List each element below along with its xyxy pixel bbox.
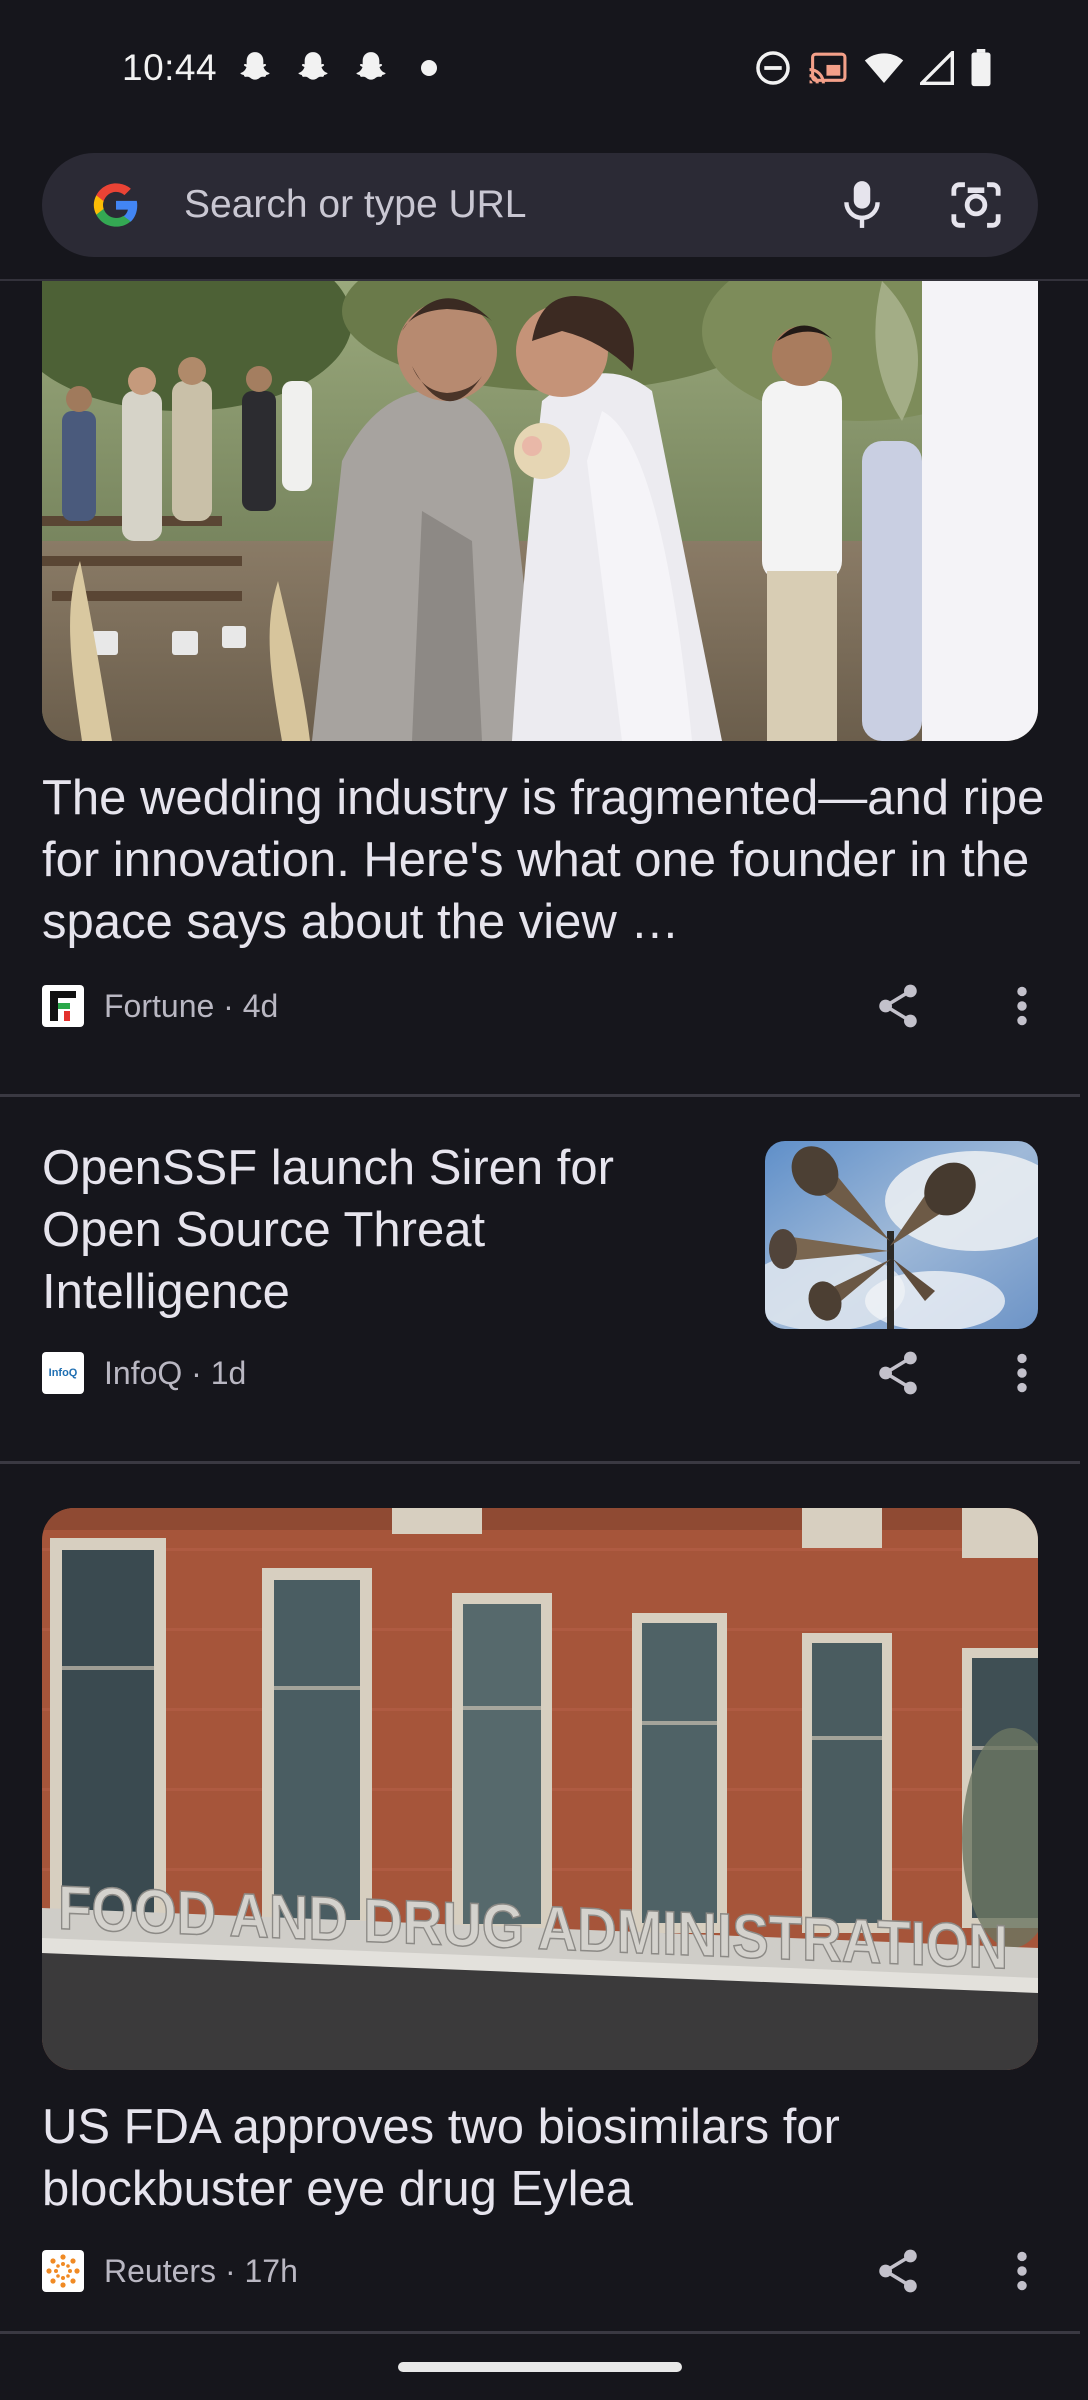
google-g-icon [93, 183, 138, 227]
microphone-icon[interactable] [840, 179, 884, 231]
fda-building-image[interactable]: FOOD AND DRUG ADMINISTRATION [42, 1508, 1038, 2070]
more-options-button[interactable] [990, 1341, 1054, 1405]
cast-icon [809, 52, 847, 84]
wedding-couple-image[interactable] [42, 281, 1038, 741]
article-source: InfoQ · 1d [104, 1354, 247, 1391]
article-divider [0, 1461, 1080, 1464]
more-vert-icon [1017, 986, 1027, 1026]
do-not-disturb-icon [756, 51, 790, 85]
article-headline[interactable]: US FDA approves two biosimilars for bloc… [42, 2096, 1042, 2220]
share-icon [879, 2249, 917, 2293]
snapchat-icon [356, 52, 386, 80]
article-source: Fortune · 4d [104, 987, 279, 1024]
status-left: 10:44 [122, 47, 439, 89]
article-card[interactable]: OpenSSF launch Siren for Open Source Thr… [0, 1097, 1088, 1465]
share-button[interactable] [866, 974, 930, 1038]
battery-icon [971, 49, 991, 87]
infoq-logo-text: InfoQ [48, 1367, 78, 1379]
article-headline[interactable]: OpenSSF launch Siren for Open Source Thr… [42, 1137, 642, 1323]
share-button[interactable] [866, 1341, 930, 1405]
more-vert-icon [1017, 2251, 1027, 2291]
status-time: 10:44 [122, 47, 218, 88]
search-input[interactable]: Search or type URL [184, 183, 840, 227]
siren-loudspeakers-image[interactable] [765, 1141, 1038, 1329]
siren-photo [765, 1141, 1038, 1329]
search-bar[interactable]: Search or type URL [42, 153, 1038, 257]
fortune-logo [42, 985, 84, 1027]
camera-lens-icon[interactable] [950, 181, 1002, 229]
more-options-button[interactable] [990, 2239, 1054, 2303]
cellular-signal-icon [920, 51, 954, 85]
share-icon [879, 1351, 917, 1395]
article-card[interactable]: FOOD AND DRUG ADMINISTRATION US FDA appr… [0, 1465, 1088, 2335]
wedding-photo [42, 281, 1038, 741]
article-feed[interactable]: The wedding industry is fragmented—and r… [0, 281, 1088, 2335]
article-card[interactable]: The wedding industry is fragmented—and r… [0, 281, 1088, 1097]
share-icon [879, 984, 917, 1028]
article-meta-row: InfoQ InfoQ · 1d [42, 1341, 1038, 1405]
snapchat-icon [298, 52, 328, 80]
snapchat-icon [240, 52, 270, 80]
share-button[interactable] [866, 2239, 930, 2303]
home-indicator[interactable] [398, 2362, 682, 2372]
status-bar: 10:44 [0, 0, 1088, 136]
more-options-button[interactable] [990, 974, 1054, 1038]
more-vert-icon [1017, 1353, 1027, 1393]
article-meta-row: Reuters · 17h [42, 2239, 1038, 2303]
reuters-logo [42, 2250, 84, 2292]
search-actions [840, 179, 1002, 231]
article-source: Reuters · 17h [104, 2252, 298, 2289]
wifi-icon [864, 53, 904, 83]
infoq-logo: InfoQ [42, 1352, 84, 1394]
status-right [754, 49, 992, 87]
article-meta-row: Fortune · 4d [42, 974, 1038, 1038]
article-headline[interactable]: The wedding industry is fragmented—and r… [42, 767, 1052, 953]
fda-photo: FOOD AND DRUG ADMINISTRATION [42, 1508, 1038, 2070]
article-divider [0, 2331, 1080, 2334]
more-dot-icon [421, 60, 438, 76]
